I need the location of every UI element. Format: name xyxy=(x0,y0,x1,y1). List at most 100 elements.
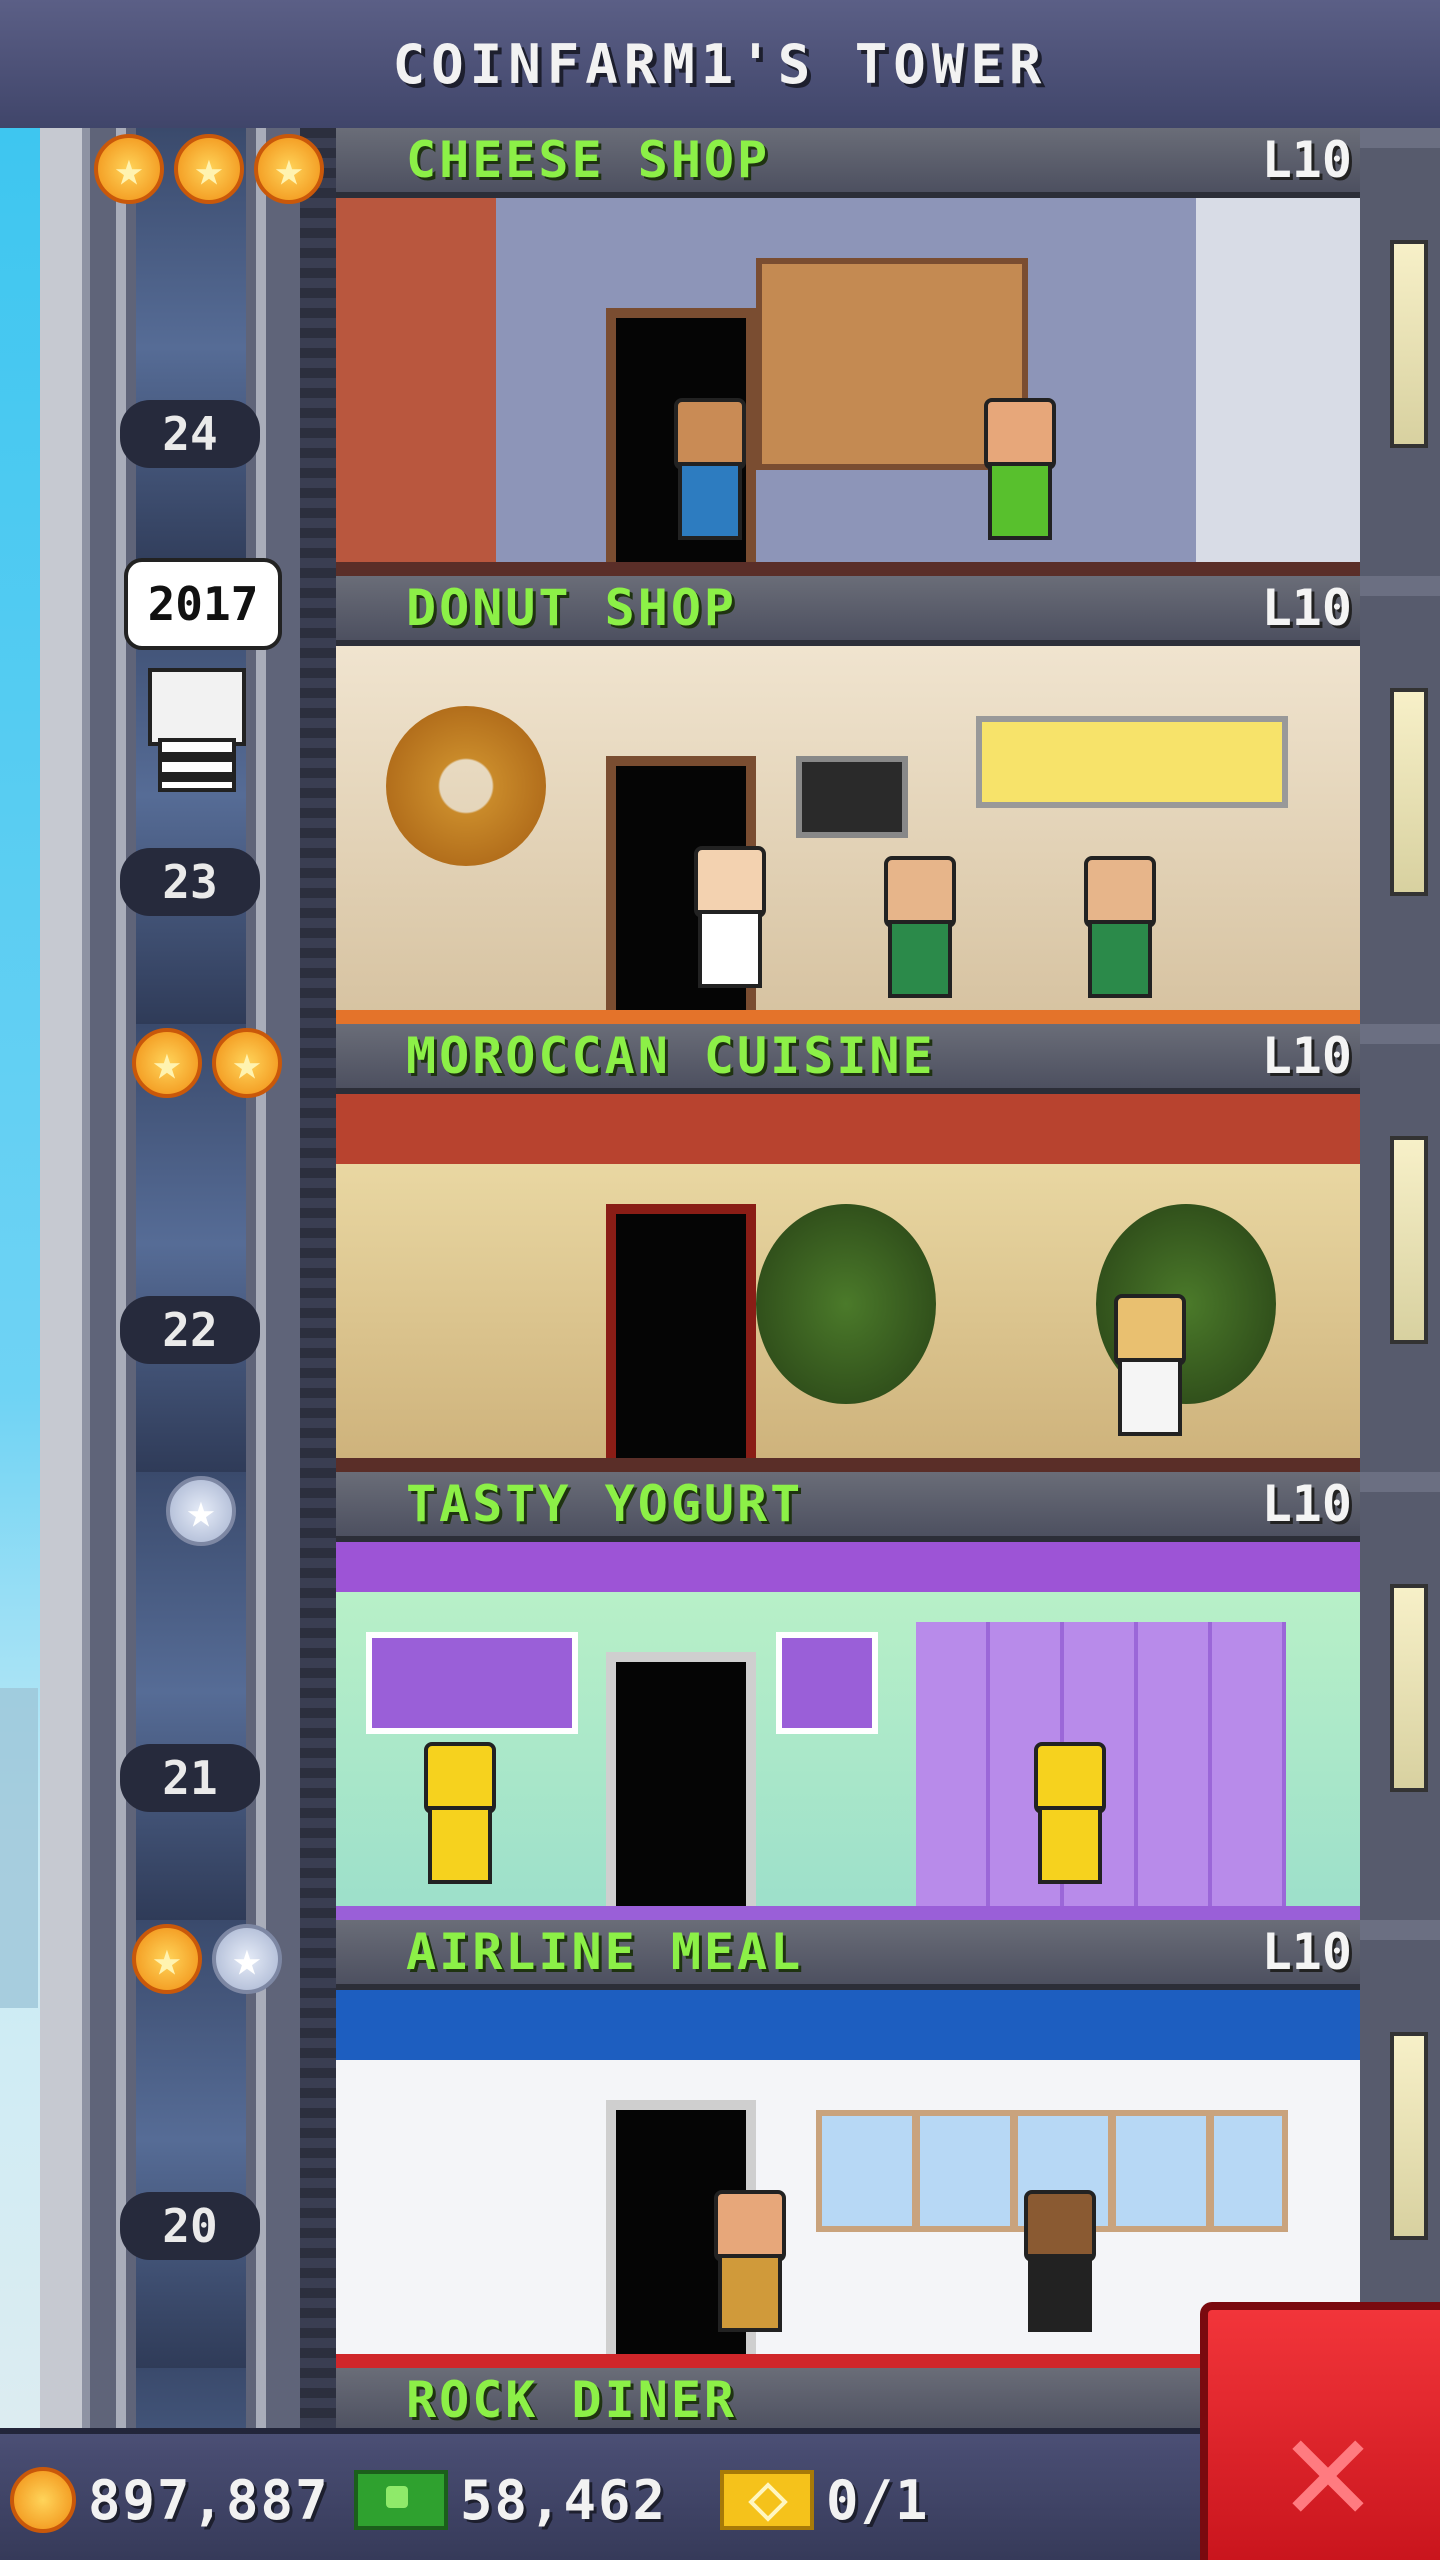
bitizen-worker[interactable] xyxy=(976,398,1056,548)
bitizen-waiter[interactable] xyxy=(1106,1294,1186,1444)
floor-room xyxy=(336,198,1360,576)
floor-level: L10 xyxy=(1261,131,1352,189)
star-rating-yogurt: ★ xyxy=(166,1476,236,1546)
gold-star-icon: ★ xyxy=(254,134,324,204)
floor-level: L10 xyxy=(1261,1923,1352,1981)
bitizen-body xyxy=(158,738,236,792)
floor-room xyxy=(336,1542,1360,1920)
floor-name: ROCK DINER xyxy=(406,2371,738,2428)
coin-icon xyxy=(10,2467,76,2533)
bitizen-customer[interactable] xyxy=(416,1742,496,1892)
bitizen-shirt xyxy=(1038,1806,1102,1884)
floor-header: CHEESE SHOP L10 xyxy=(336,128,1360,198)
bux-icon xyxy=(354,2470,448,2530)
floor-room xyxy=(336,646,1360,1024)
floor-level: L10 xyxy=(1261,1475,1352,1533)
bitizen-customer[interactable] xyxy=(706,2190,786,2340)
price-board xyxy=(976,716,1288,808)
shaft-wall xyxy=(40,128,90,2428)
floor-moroccan-cuisine[interactable]: MOROCCAN CUISINE L10 xyxy=(336,1024,1360,1472)
close-icon: ✕ xyxy=(1282,2382,1374,2556)
bitizen-customer[interactable] xyxy=(666,398,746,548)
bitizen-shirt xyxy=(698,910,762,988)
silver-star-icon: ★ xyxy=(166,1476,236,1546)
bitizen-shirt xyxy=(988,462,1052,540)
gold-star-icon: ★ xyxy=(94,134,164,204)
donut-sign-icon xyxy=(386,706,546,866)
floor-name: TASTY YOGURT xyxy=(406,1475,804,1533)
bitizen-head xyxy=(1024,2190,1096,2262)
distant-building xyxy=(0,1688,38,2008)
floor-tasty-yogurt[interactable]: TASTY YOGURT L10 xyxy=(336,1472,1360,1920)
floor-base xyxy=(336,1010,1360,1024)
tickets-value: 0/1 xyxy=(826,2468,930,2532)
floor-name: DONUT SHOP xyxy=(406,579,738,637)
floor-header: MOROCCAN CUISINE L10 xyxy=(336,1024,1360,1094)
gold-star-icon: ★ xyxy=(132,1924,202,1994)
floor-name: MOROCCAN CUISINE xyxy=(406,1027,936,1085)
bitizen-pilot[interactable] xyxy=(1016,2190,1096,2340)
floor-number-24: 24 xyxy=(120,400,260,468)
side-window xyxy=(1390,1136,1428,1344)
shaft-rail-right xyxy=(256,128,266,2428)
tower-title: COINFARM1'S TOWER xyxy=(392,32,1048,96)
side-window xyxy=(1390,2032,1428,2240)
bitizen-shirt xyxy=(1088,920,1152,998)
floor-level: L10 xyxy=(1261,579,1352,637)
star-rating-cheese: ★ ★ ★ xyxy=(94,134,324,204)
floor-cheese-shop[interactable]: CHEESE SHOP L10 xyxy=(336,128,1360,576)
bitizen-head xyxy=(424,1742,496,1814)
room-door xyxy=(606,1204,756,1472)
side-window xyxy=(1390,1584,1428,1792)
floor-level: L10 xyxy=(1261,1027,1352,1085)
floor-header: TASTY YOGURT L10 xyxy=(336,1472,1360,1542)
title-bar: COINFARM1'S TOWER xyxy=(0,0,1440,134)
bitizen-chef[interactable] xyxy=(686,846,766,996)
floor-header: AIRLINE MEAL L10 xyxy=(336,1920,1360,1990)
bitizen-customer[interactable] xyxy=(1076,856,1156,1006)
bitizen-customer[interactable] xyxy=(876,856,956,1006)
star-rating-airline: ★ ★ xyxy=(132,1924,282,1994)
floor-number-21: 21 xyxy=(120,1744,260,1812)
floor-number-22: 22 xyxy=(120,1296,260,1364)
elevator-bitizen[interactable] xyxy=(148,638,246,792)
floor-base xyxy=(336,562,1360,576)
shaft-cable xyxy=(300,128,336,2428)
coins-value: 897,887 xyxy=(88,2468,330,2532)
room-door xyxy=(606,1652,756,1920)
bitizen-head xyxy=(1114,1294,1186,1366)
floor-room xyxy=(336,1094,1360,1472)
side-window xyxy=(1390,240,1428,448)
floor-airline-meal[interactable]: AIRLINE MEAL L10 xyxy=(336,1920,1360,2368)
bux-value: 58,462 xyxy=(460,2468,668,2532)
floor-number-23: 23 xyxy=(120,848,260,916)
tickets-counter: 0/1 xyxy=(720,2434,930,2560)
floor-header: DONUT SHOP L10 xyxy=(336,576,1360,646)
bitizen-shirt xyxy=(1118,1358,1182,1436)
potted-plant xyxy=(756,1204,936,1404)
bitizen-shirt xyxy=(1028,2254,1092,2332)
floor-donut-shop[interactable]: DONUT SHOP L10 xyxy=(336,576,1360,1024)
bitizen-customer[interactable] xyxy=(1026,1742,1106,1892)
sky-background xyxy=(0,128,44,2428)
bitizen-head xyxy=(674,398,746,470)
bitizen-speech-bubble: 2017 xyxy=(124,558,282,650)
shaft-rail-left xyxy=(116,128,126,2428)
menu-board xyxy=(366,1632,578,1734)
bitizen-shirt xyxy=(678,462,742,540)
bitizen-head xyxy=(984,398,1056,470)
floor-name: AIRLINE MEAL xyxy=(406,1923,804,1981)
bitizen-head xyxy=(714,2190,786,2262)
floor-base xyxy=(336,1906,1360,1920)
bux-counter: 58,462 xyxy=(354,2434,667,2560)
side-window xyxy=(1390,688,1428,896)
bitizen-shirt xyxy=(888,920,952,998)
gold-star-icon: ★ xyxy=(174,134,244,204)
close-button[interactable]: ✕ xyxy=(1200,2302,1440,2560)
silver-star-icon: ★ xyxy=(212,1924,282,1994)
bitizen-head xyxy=(148,668,246,746)
coins-counter: 897,887 xyxy=(10,2434,330,2560)
bitizen-head xyxy=(1084,856,1156,928)
elevator-track xyxy=(136,128,246,2428)
elevator-shaft[interactable]: 24 23 22 21 20 ★ ★ ★ ★ ★ ★ ★ ★ 2017 xyxy=(40,128,336,2428)
